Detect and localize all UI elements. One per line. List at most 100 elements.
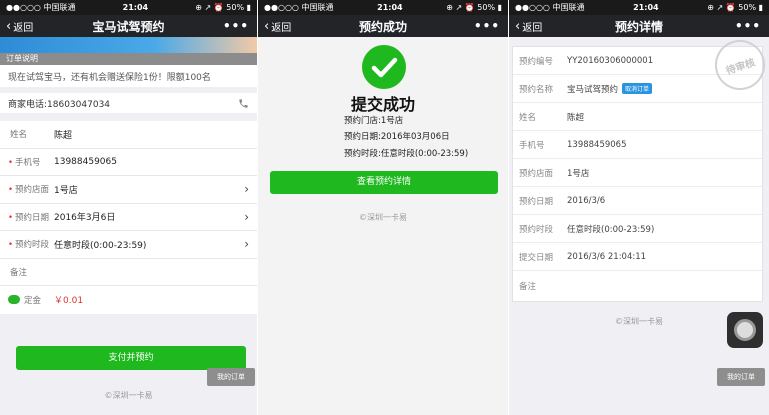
detail-label: 预约名称 <box>519 84 554 95</box>
detail-value: 任意时段(0:00-23:59) <box>567 224 655 235</box>
status-time: 21:04 <box>377 3 403 12</box>
field-label: • 预约日期 <box>8 212 50 223</box>
detail-value: 13988459065 <box>567 139 627 150</box>
booking-name: 宝马试驾预约 <box>567 84 619 95</box>
detail-label: 手机号 <box>519 140 545 151</box>
chevron-right-icon: › <box>244 182 249 197</box>
status-bar: ●●○○○ 中国联通 21:04 ⊕ ↗ ⏰ 50% ▮ <box>509 0 769 15</box>
battery-text: ⊕ ↗ ⏰ 50% ▮ <box>195 3 251 12</box>
field-label: • 预约店面 <box>8 185 50 196</box>
my-orders-button[interactable]: 我的订单 <box>717 368 765 386</box>
field-label: 姓名 <box>10 130 28 141</box>
store-select-row[interactable]: • 预约店面 1号店 › <box>0 176 257 204</box>
more-icon[interactable]: ••• <box>735 19 761 33</box>
my-orders-button[interactable]: 我的订单 <box>207 368 255 386</box>
status-bar: ●●○○○ 中国联通 21:04 ⊕ ↗ ⏰ 50% ▮ <box>0 0 257 15</box>
detail-row: 提交日期 2016/3/6 21:04:11 <box>513 243 762 271</box>
booking-form-screen: ●●○○○ 中国联通 21:04 ⊕ ↗ ⏰ 50% ▮ ‹ 返回 宝马试驾预约… <box>0 0 257 415</box>
detail-label: 预约时段 <box>519 224 554 235</box>
battery-text: ⊕ ↗ ⏰ 50% ▮ <box>446 3 502 12</box>
detail-row: 预约日期 2016/3/6 <box>513 187 762 215</box>
detail-label: 预约店面 <box>519 168 554 179</box>
status-time: 21:04 <box>122 3 149 12</box>
detail-label: 预约日期 <box>519 196 554 207</box>
field-label: • 手机号 <box>8 157 41 168</box>
date-value: 2016年3月6日 <box>54 213 116 224</box>
booking-detail-screen: ●●○○○ 中国联通 21:04 ⊕ ↗ ⏰ 50% ▮ ‹ 返回 预约详情 •… <box>509 0 769 415</box>
chevron-left-icon: ‹ <box>6 18 12 34</box>
detail-value: 陈超 <box>567 112 585 123</box>
field-label: • 预约时段 <box>8 240 50 251</box>
view-detail-button[interactable]: 查看预约详情 <box>270 171 498 194</box>
chevron-left-icon: ‹ <box>515 18 521 34</box>
back-label: 返回 <box>13 22 34 34</box>
phone-icon[interactable] <box>238 98 249 109</box>
field-label: 备注 <box>10 267 28 278</box>
status-bar: ●●○○○ 中国联通 21:04 ⊕ ↗ ⏰ 50% ▮ <box>258 0 508 15</box>
success-title: 提交成功 <box>350 95 415 114</box>
name-row[interactable]: 姓名 陈超 <box>0 121 257 149</box>
detail-row: 备注 <box>513 271 762 301</box>
back-label: 返回 <box>522 22 543 34</box>
booking-success-screen: ●●○○○ 中国联通 21:04 ⊕ ↗ ⏰ 50% ▮ ‹ 返回 预约成功 •… <box>258 0 508 415</box>
deposit-row: 定金 ￥0.01 <box>0 286 257 314</box>
success-store: 预约门店:1号店 <box>344 116 404 126</box>
chevron-right-icon: › <box>244 237 249 252</box>
section-header: 订单说明 <box>0 53 257 65</box>
more-icon[interactable]: ••• <box>474 19 500 33</box>
status-time: 21:04 <box>633 3 659 12</box>
order-notice: 现在试驾宝马，还有机会赠送保险1份！限额100名 <box>0 65 257 87</box>
booking-form: 姓名 陈超 • 手机号 13988459065 • 预约店面 1号店 › • 预约日期… <box>0 121 257 314</box>
remark-row[interactable]: 备注 <box>0 259 257 286</box>
merchant-phone: 商家电话:18603047034 <box>8 99 111 110</box>
period-select-row[interactable]: • 预约时段 任意时段(0:00-23:59) › <box>0 231 257 259</box>
wechat-pay-icon <box>8 295 20 305</box>
store-value: 1号店 <box>54 185 78 196</box>
footer-brand: ©深圳一卡易 <box>359 213 407 222</box>
detail-value: 2016/3/6 <box>567 195 606 206</box>
nav-bar: ‹ 返回 宝马试驾预约 ••• <box>0 15 257 37</box>
banner-image <box>0 37 257 53</box>
back-button[interactable]: ‹ 返回 <box>258 19 291 34</box>
nav-bar: ‹ 返回 预约详情 ••• <box>509 15 769 37</box>
name-field[interactable]: 陈超 <box>54 128 72 141</box>
detail-row: 预约店面 1号店 <box>513 159 762 187</box>
success-check-icon <box>362 45 406 89</box>
nav-bar: ‹ 返回 预约成功 ••• <box>258 15 508 37</box>
page-title: 预约成功 <box>358 19 407 34</box>
carrier-text: ●●○○○ 中国联通 <box>264 3 334 12</box>
detail-value: 1号店 <box>567 168 590 179</box>
success-date: 预约日期:2016年03月06日 <box>344 132 450 142</box>
carrier-text: ●●○○○ 中国联通 <box>6 3 76 12</box>
detail-row: 手机号 13988459065 <box>513 131 762 159</box>
detail-label: 提交日期 <box>519 252 554 263</box>
booking-number: YY20160306000001 <box>567 55 654 66</box>
detail-label: 预约编号 <box>519 56 554 67</box>
phone-row[interactable]: • 手机号 13988459065 <box>0 149 257 176</box>
back-button[interactable]: ‹ 返回 <box>0 19 33 34</box>
page-title: 宝马试驾预约 <box>92 19 165 34</box>
pay-and-book-button[interactable]: 支付并预约 <box>16 346 246 370</box>
carrier-text: ●●○○○ 中国联通 <box>515 3 585 12</box>
back-button[interactable]: ‹ 返回 <box>509 19 542 34</box>
detail-row: 姓名 陈超 <box>513 103 762 131</box>
back-label: 返回 <box>271 22 292 34</box>
period-value: 任意时段(0:00-23:59) <box>54 240 147 251</box>
phone-field[interactable]: 13988459065 <box>54 157 117 167</box>
success-period: 预约时段:任意时段(0:00-23:59) <box>344 149 469 159</box>
cancel-order-button[interactable]: 取消订单 <box>622 83 653 94</box>
date-select-row[interactable]: • 预约日期 2016年3月6日 › <box>0 204 257 231</box>
chevron-left-icon: ‹ <box>264 18 270 34</box>
detail-label: 备注 <box>519 282 537 292</box>
deposit-amount: ￥0.01 <box>54 296 84 307</box>
detail-value: 2016/3/6 21:04:11 <box>567 251 647 262</box>
detail-row: 预约时段 任意时段(0:00-23:59) <box>513 215 762 243</box>
assistive-touch-icon[interactable] <box>727 312 763 348</box>
more-icon[interactable]: ••• <box>223 19 249 33</box>
chevron-right-icon: › <box>244 209 249 224</box>
page-title: 预约详情 <box>614 19 663 34</box>
field-label: 定金 <box>8 294 54 306</box>
merchant-phone-row[interactable]: 商家电话:18603047034 <box>0 93 257 113</box>
detail-label: 姓名 <box>519 112 537 123</box>
footer-brand: ©深圳一卡易 <box>104 391 153 400</box>
